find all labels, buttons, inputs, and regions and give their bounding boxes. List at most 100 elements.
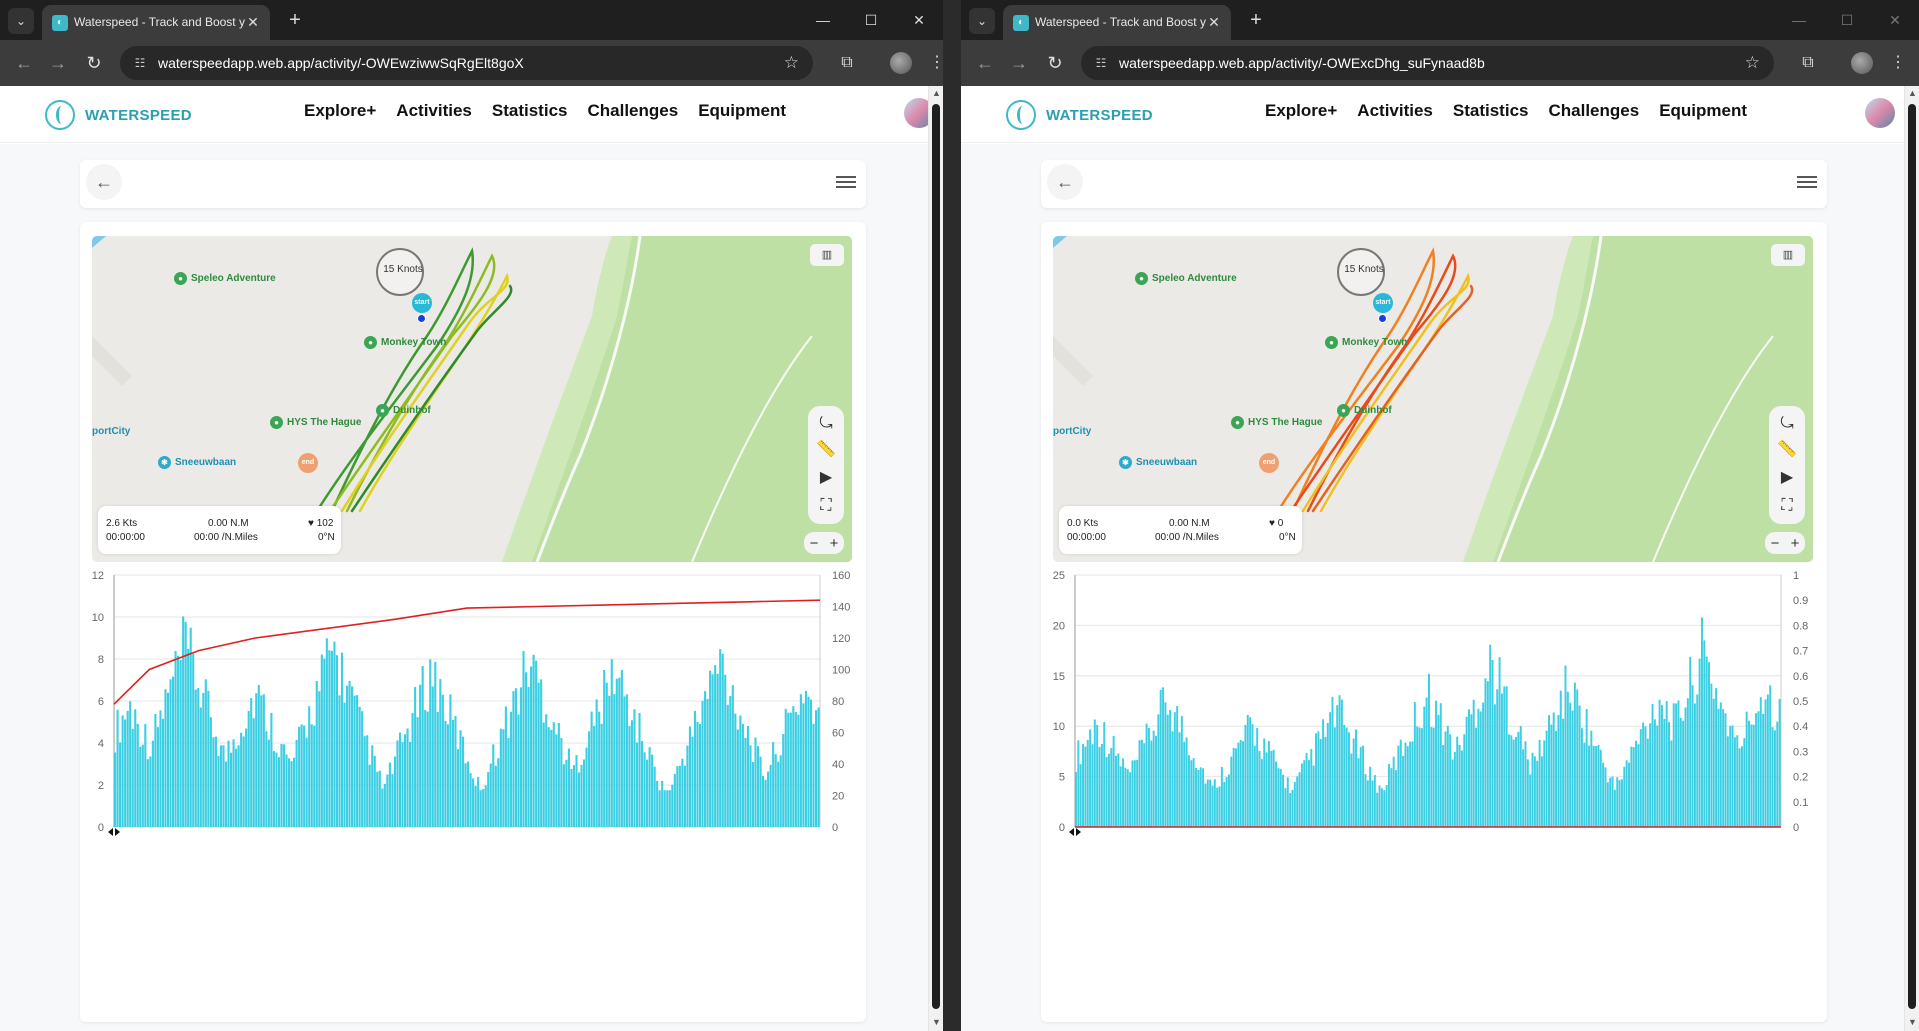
site-info-icon[interactable]: ☷ <box>132 55 148 71</box>
site-info-icon[interactable]: ☷ <box>1093 55 1109 71</box>
route-icon[interactable]: ⤿ <box>1775 412 1799 436</box>
scroll-down-icon[interactable]: ▼ <box>931 1017 942 1029</box>
menu-kebab-icon[interactable]: ⋮ <box>925 51 943 75</box>
poi-duinhof[interactable]: ● Duinhof <box>1337 404 1392 417</box>
nav-explore[interactable]: Explore+ <box>1265 101 1337 121</box>
nav-challenges[interactable]: Challenges <box>587 101 678 121</box>
play-icon[interactable]: ▶ <box>814 466 838 490</box>
activity-map[interactable]: ● Speleo Adventure ● Monkey Town ● HYS The … <box>92 236 852 562</box>
scroll-up-icon[interactable]: ▲ <box>931 88 942 100</box>
speed-bar <box>754 737 757 827</box>
bookmark-star-icon[interactable]: ☆ <box>1745 53 1760 73</box>
hamburger-menu-icon[interactable] <box>836 176 856 190</box>
play-icon[interactable]: ▶ <box>1775 466 1799 490</box>
range-handle[interactable] <box>1069 828 1081 836</box>
nav-statistics[interactable]: Statistics <box>1453 101 1529 121</box>
speed-chart[interactable]: 0 2 4 6 8 10 12 0 20 40 60 80 100 120 140 160 <box>80 567 866 897</box>
scroll-up-icon[interactable]: ▲ <box>1907 88 1918 100</box>
nav-equipment[interactable]: Equipment <box>1659 101 1747 121</box>
address-bar[interactable]: ☷ waterspeedapp.web.app/activity/-OWEwzi… <box>120 46 813 80</box>
speed-bar <box>1192 758 1195 827</box>
profile-avatar[interactable] <box>890 52 912 74</box>
maximize-button[interactable]: ☐ <box>847 0 895 40</box>
activity-map[interactable]: ● Speleo Adventure ● Monkey Town ● HYS The … <box>1053 236 1813 562</box>
back-icon[interactable]: ← <box>973 51 997 75</box>
back-arrow-icon[interactable]: ← <box>1047 164 1083 200</box>
extensions-icon[interactable]: ⧉ <box>1796 51 1820 75</box>
minimize-button[interactable]: — <box>799 0 847 40</box>
new-tab-button[interactable]: + <box>282 8 308 34</box>
back-arrow-icon[interactable]: ← <box>86 164 122 200</box>
close-window-button[interactable]: ✕ <box>895 0 943 40</box>
route-icon[interactable]: ⤿ <box>814 412 838 436</box>
minimize-button[interactable]: — <box>1775 0 1823 40</box>
scrollbar-thumb[interactable] <box>932 104 940 1009</box>
fullscreen-icon[interactable]: ⛶ <box>1775 494 1799 518</box>
tab-search-button[interactable]: ⌄ <box>8 8 34 34</box>
bookmark-star-icon[interactable]: ☆ <box>784 53 799 73</box>
map-layers-icon[interactable]: ▥ <box>810 244 844 266</box>
speed-bar <box>749 745 752 827</box>
zoom-out-icon[interactable]: − <box>810 535 819 552</box>
end-marker[interactable]: end <box>1259 453 1279 473</box>
page-scrollbar[interactable]: ▲ ▼ <box>1904 86 1919 1031</box>
poi-sneeuwbaan[interactable]: ✱ Sneeuwbaan <box>158 456 236 469</box>
zoom-in-icon[interactable]: + <box>1791 535 1800 552</box>
nav-statistics[interactable]: Statistics <box>492 101 568 121</box>
poi-monkey-town[interactable]: ● Monkey Town <box>1325 336 1407 349</box>
reload-icon[interactable]: ↻ <box>82 51 106 75</box>
tab-search-button[interactable]: ⌄ <box>969 8 995 34</box>
address-bar[interactable]: ☷ waterspeedapp.web.app/activity/-OWExcD… <box>1081 46 1774 80</box>
zoom-out-icon[interactable]: − <box>1771 535 1780 552</box>
ruler-icon[interactable]: 📏 <box>814 438 838 462</box>
new-tab-button[interactable]: + <box>1243 8 1269 34</box>
extensions-icon[interactable]: ⧉ <box>835 51 859 75</box>
poi-duinhof[interactable]: ● Duinhof <box>376 404 431 417</box>
poi-portcity[interactable]: portCity <box>1053 426 1091 437</box>
nav-activities[interactable]: Activities <box>1357 101 1433 121</box>
speed-bar <box>1383 790 1386 827</box>
poi-monkey-town[interactable]: ● Monkey Town <box>364 336 446 349</box>
nav-equipment[interactable]: Equipment <box>698 101 786 121</box>
nav-activities[interactable]: Activities <box>396 101 472 121</box>
speed-chart[interactable]: 0 5 10 15 20 25 0 0.1 0.2 0.3 0.4 0.5 0.6 0.7 0.8 0.9 1 <box>1041 567 1827 897</box>
page-scrollbar[interactable]: ▲ ▼ <box>928 86 943 1031</box>
scrollbar-thumb[interactable] <box>1908 104 1916 1009</box>
poi-sneeuwbaan[interactable]: ✱ Sneeuwbaan <box>1119 456 1197 469</box>
browser-tab[interactable]: ◐ Waterspeed - Track and Boost y ✕ <box>42 5 270 40</box>
poi-hys-the-hague[interactable]: ● HYS The Hague <box>270 416 361 429</box>
logo[interactable]: WATERSPEED <box>1006 100 1153 130</box>
forward-icon[interactable]: → <box>1007 51 1031 75</box>
range-handle[interactable] <box>108 828 120 836</box>
speed-bar <box>1505 686 1508 827</box>
tab-close-icon[interactable]: ✕ <box>244 13 262 31</box>
start-marker[interactable]: start <box>1373 293 1393 313</box>
scroll-down-icon[interactable]: ▼ <box>1907 1017 1918 1029</box>
poi-portcity[interactable]: portCity <box>92 426 130 437</box>
back-icon[interactable]: ← <box>12 51 36 75</box>
browser-tab[interactable]: ◐ Waterspeed - Track and Boost y ✕ <box>1003 5 1231 40</box>
speed-bar <box>1444 731 1447 827</box>
fullscreen-icon[interactable]: ⛶ <box>814 494 838 518</box>
maximize-button[interactable]: ☐ <box>1823 0 1871 40</box>
hamburger-menu-icon[interactable] <box>1797 176 1817 190</box>
zoom-in-icon[interactable]: + <box>830 535 839 552</box>
nav-explore[interactable]: Explore+ <box>304 101 376 121</box>
start-marker[interactable]: start <box>412 293 432 313</box>
profile-avatar[interactable] <box>1851 52 1873 74</box>
poi-hys-the-hague[interactable]: ● HYS The Hague <box>1231 416 1322 429</box>
user-avatar[interactable] <box>1865 98 1895 128</box>
tab-close-icon[interactable]: ✕ <box>1205 13 1223 31</box>
end-marker[interactable]: end <box>298 453 318 473</box>
logo[interactable]: WATERSPEED <box>45 100 192 130</box>
poi-speleo-adventure[interactable]: ● Speleo Adventure <box>1135 272 1237 285</box>
close-window-button[interactable]: ✕ <box>1871 0 1919 40</box>
nav-challenges[interactable]: Challenges <box>1548 101 1639 121</box>
ruler-icon[interactable]: 📏 <box>1775 438 1799 462</box>
forward-icon[interactable]: → <box>46 51 70 75</box>
map-layers-icon[interactable]: ▥ <box>1771 244 1805 266</box>
menu-kebab-icon[interactable]: ⋮ <box>1886 51 1910 75</box>
reload-icon[interactable]: ↻ <box>1043 51 1067 75</box>
poi-speleo-adventure[interactable]: ● Speleo Adventure <box>174 272 276 285</box>
user-avatar[interactable] <box>904 98 928 128</box>
